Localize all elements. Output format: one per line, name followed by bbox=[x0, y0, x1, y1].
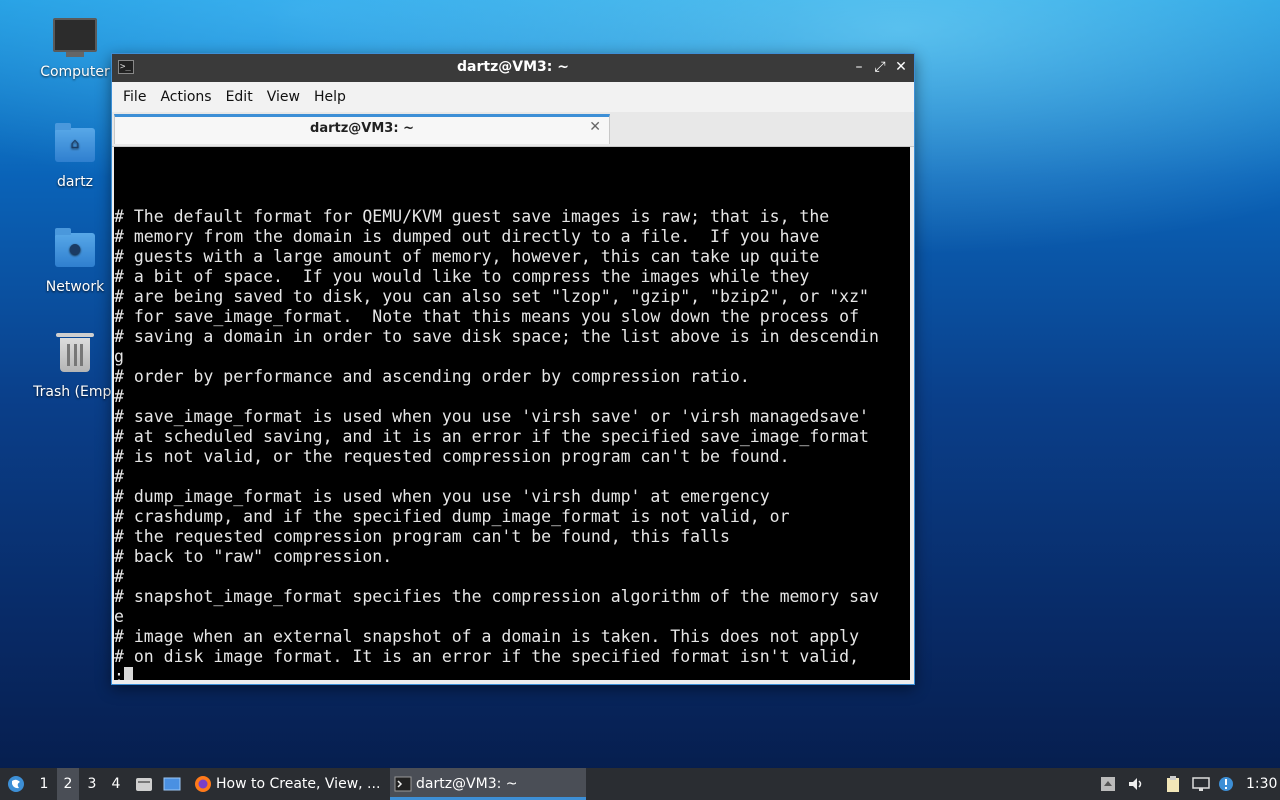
terminal-window: >_ dartz@VM3: ~ – ⤢ ✕ File Actions Edit … bbox=[111, 53, 915, 685]
menu-bar: File Actions Edit View Help bbox=[112, 82, 914, 112]
workspace-4[interactable]: 4 bbox=[105, 768, 127, 800]
computer-icon bbox=[53, 18, 97, 58]
terminal-output[interactable]: # The default format for QEMU/KVM guest … bbox=[114, 147, 910, 680]
tab-bar: dartz@VM3: ~ ✕ bbox=[112, 112, 914, 147]
task-terminal[interactable]: dartz@VM3: ~ bbox=[390, 768, 586, 800]
desktop-icon-computer[interactable]: Computer bbox=[25, 18, 125, 80]
taskbar: 1 2 3 4 How to Create, View, ... dartz@V… bbox=[0, 768, 1280, 800]
pager-prompt: : bbox=[114, 667, 124, 680]
tab-terminal[interactable]: dartz@VM3: ~ ✕ bbox=[114, 114, 610, 144]
desktop-icon-home[interactable]: ⌂ dartz bbox=[25, 123, 125, 190]
maximize-button[interactable]: ⤢ bbox=[871, 58, 889, 76]
desktop-icon-label: Trash (Empt bbox=[33, 384, 117, 400]
clipboard-icon[interactable] bbox=[1164, 775, 1182, 793]
tab-close-icon[interactable]: ✕ bbox=[589, 119, 601, 135]
app-menu-button[interactable] bbox=[4, 768, 28, 800]
menu-file[interactable]: File bbox=[116, 89, 153, 105]
menu-help[interactable]: Help bbox=[307, 89, 353, 105]
close-button[interactable]: ✕ bbox=[892, 58, 910, 76]
desktop-icon-label: dartz bbox=[56, 174, 94, 190]
file-manager-icon bbox=[136, 778, 152, 791]
network-icon[interactable] bbox=[1192, 775, 1210, 793]
removable-drive-icon[interactable] bbox=[1099, 775, 1117, 793]
menu-actions[interactable]: Actions bbox=[153, 89, 218, 105]
workspace-2[interactable]: 2 bbox=[57, 768, 79, 800]
app-menu-icon bbox=[8, 776, 24, 792]
network-folder-icon: ● bbox=[53, 228, 97, 273]
show-desktop-button[interactable] bbox=[160, 768, 184, 800]
task-label: How to Create, View, ... bbox=[216, 776, 381, 792]
window-title: dartz@VM3: ~ bbox=[457, 59, 569, 75]
volume-icon[interactable] bbox=[1127, 775, 1145, 793]
terminal-text: # The default format for QEMU/KVM guest … bbox=[114, 207, 879, 666]
tab-label: dartz@VM3: ~ bbox=[310, 121, 414, 136]
file-manager-launcher[interactable] bbox=[133, 768, 155, 800]
desktop-icon-network[interactable]: ● Network bbox=[25, 228, 125, 295]
task-browser[interactable]: How to Create, View, ... bbox=[190, 768, 386, 800]
minimize-button[interactable]: – bbox=[850, 58, 868, 76]
menu-edit[interactable]: Edit bbox=[219, 89, 260, 105]
trash-icon bbox=[53, 333, 97, 378]
terminal-icon bbox=[394, 776, 412, 792]
clock[interactable]: 1:30 bbox=[1246, 768, 1277, 800]
home-folder-icon: ⌂ bbox=[53, 123, 97, 168]
notification-icon[interactable] bbox=[1217, 775, 1235, 793]
firefox-icon bbox=[195, 776, 211, 792]
window-titlebar[interactable]: >_ dartz@VM3: ~ – ⤢ ✕ bbox=[112, 54, 914, 82]
task-label: dartz@VM3: ~ bbox=[416, 776, 518, 792]
desktop-icon bbox=[163, 777, 181, 791]
desktop-icon-label: Computer bbox=[40, 64, 110, 80]
desktop-icon-trash[interactable]: Trash (Empt bbox=[25, 333, 125, 400]
text-cursor bbox=[123, 667, 133, 680]
workspace-1[interactable]: 1 bbox=[33, 768, 55, 800]
menu-view[interactable]: View bbox=[260, 89, 307, 105]
desktop-icon-label: Network bbox=[45, 279, 105, 295]
workspace-3[interactable]: 3 bbox=[81, 768, 103, 800]
